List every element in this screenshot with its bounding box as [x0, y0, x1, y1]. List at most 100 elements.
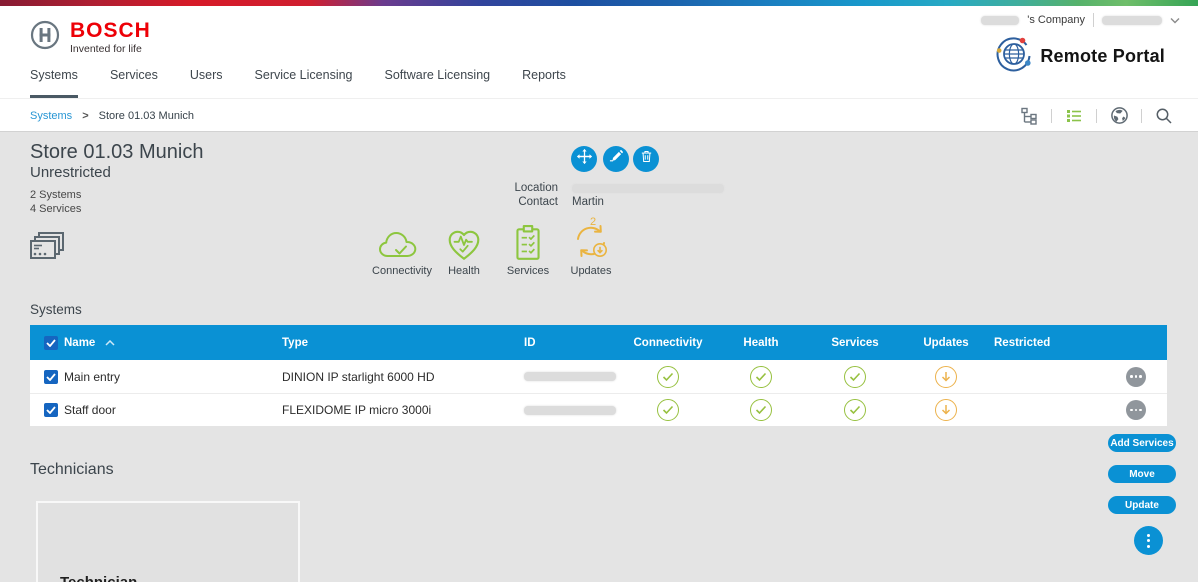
contact-label: Contact [498, 196, 558, 208]
contact-value: Martin [572, 196, 604, 208]
services-status: Services [495, 220, 561, 277]
view-toolbar [1019, 99, 1174, 132]
systems-table: Name Type ID Connectivity Health Service… [30, 325, 1167, 426]
systems-count: 2 Systems [30, 189, 81, 201]
connectivity-label: Connectivity [372, 265, 432, 277]
edit-pencil-icon [609, 149, 624, 169]
bosch-tagline: Invented for life [70, 43, 151, 55]
main-nav: Systems Services Users Service Licensing… [30, 68, 566, 98]
health-status: Health [431, 220, 497, 277]
update-button[interactable]: Update [1108, 496, 1176, 514]
row-more-actions-button[interactable] [1126, 367, 1146, 387]
connectivity-status: Connectivity [369, 220, 435, 277]
divider [1051, 109, 1052, 123]
remote-portal-logo: Remote Portal [996, 36, 1165, 77]
redacted-location-value [572, 184, 724, 193]
breadcrumb-systems-link[interactable]: Systems [30, 110, 72, 122]
edit-system-button[interactable] [603, 146, 629, 172]
updates-refresh-icon: 2 [569, 220, 613, 262]
redacted-company-name [981, 16, 1019, 25]
move-button[interactable]: Move [1108, 465, 1176, 483]
updates-status: 2 Updates [558, 220, 624, 277]
divider [1141, 109, 1142, 123]
col-updates[interactable]: Updates [902, 337, 990, 349]
services-ok-icon [844, 399, 866, 421]
breadcrumb: Systems > Store 01.03 Munich [30, 99, 194, 132]
location-label: Location [498, 182, 558, 194]
col-services[interactable]: Services [808, 337, 902, 349]
col-connectivity[interactable]: Connectivity [622, 337, 714, 349]
add-services-button[interactable]: Add Services [1108, 434, 1176, 452]
move-icon [576, 148, 593, 170]
page-title: Store 01.03 Munich [30, 141, 203, 164]
tab-systems[interactable]: Systems [30, 68, 78, 98]
row-checkbox[interactable] [44, 403, 58, 417]
breadcrumb-bar: Systems > Store 01.03 Munich [0, 98, 1198, 132]
portal-name: Remote Portal [1040, 46, 1165, 67]
services-checklist-icon [514, 220, 542, 262]
delete-system-button[interactable] [633, 146, 659, 172]
technician-card[interactable]: Technician [36, 501, 300, 582]
update-available-icon [935, 366, 957, 388]
account-bar: 's Company [981, 11, 1180, 29]
connectivity-ok-icon [657, 399, 679, 421]
list-view-icon[interactable] [1064, 106, 1084, 126]
more-actions-fab[interactable] [1134, 526, 1163, 555]
app-header: BOSCH Invented for life 's Company [0, 6, 1198, 98]
trash-icon [639, 149, 654, 169]
select-all-checkbox[interactable] [44, 336, 58, 350]
system-type: FLEXIDOME IP micro 3000i [276, 403, 510, 417]
tab-services[interactable]: Services [110, 68, 158, 98]
bosch-symbol-icon [30, 20, 60, 55]
col-type[interactable]: Type [276, 337, 510, 349]
remote-portal-globe-icon [996, 36, 1032, 77]
sort-ascending-icon[interactable] [105, 337, 115, 349]
col-health[interactable]: Health [714, 337, 808, 349]
updates-badge: 2 [590, 216, 596, 228]
divider [1093, 13, 1094, 27]
system-name[interactable]: Main entry [58, 370, 276, 384]
redacted-user-name [1102, 16, 1162, 25]
services-ok-icon [844, 366, 866, 388]
row-checkbox[interactable] [44, 370, 58, 384]
col-restricted[interactable]: Restricted [990, 337, 1105, 349]
technicians-heading: Technicians [30, 461, 114, 479]
main-content: Store 01.03 Munich Unrestricted 2 System… [0, 132, 1198, 582]
health-ok-icon [750, 366, 772, 388]
health-heart-icon [446, 220, 482, 262]
search-icon[interactable] [1154, 106, 1174, 126]
remote-portal-page: BOSCH Invented for life 's Company [0, 0, 1198, 582]
technician-name-cutoff: Technician [60, 574, 137, 582]
col-id[interactable]: ID [510, 337, 622, 349]
redacted-system-id [524, 406, 616, 415]
move-system-button[interactable] [571, 146, 597, 172]
map-view-icon[interactable] [1109, 106, 1129, 126]
system-type: DINION IP starlight 6000 HD [276, 370, 510, 384]
bosch-logo: BOSCH Invented for life [30, 20, 151, 55]
connectivity-cloud-icon [377, 220, 427, 262]
breadcrumb-separator: > [82, 110, 88, 122]
breadcrumb-current: Store 01.03 Munich [99, 110, 194, 122]
update-available-icon [935, 399, 957, 421]
user-menu-chevron-icon[interactable] [1170, 11, 1180, 29]
tree-view-icon[interactable] [1019, 106, 1039, 126]
tab-reports[interactable]: Reports [522, 68, 566, 98]
tab-users[interactable]: Users [190, 68, 223, 98]
redacted-system-id [524, 372, 616, 381]
divider [1096, 109, 1097, 123]
systems-table-header: Name Type ID Connectivity Health Service… [30, 325, 1167, 360]
col-name[interactable]: Name [64, 337, 95, 349]
bosch-wordmark: BOSCH [70, 20, 151, 42]
company-suffix: 's Company [1027, 14, 1085, 26]
table-row-main-entry: Main entry DINION IP starlight 6000 HD [30, 360, 1167, 393]
tab-service-licensing[interactable]: Service Licensing [255, 68, 353, 98]
system-name[interactable]: Staff door [58, 403, 276, 417]
system-group-icon [27, 230, 67, 271]
health-label: Health [448, 265, 480, 277]
services-count: 4 Services [30, 203, 81, 215]
tab-software-licensing[interactable]: Software Licensing [385, 68, 491, 98]
updates-label: Updates [571, 265, 612, 277]
row-more-actions-button[interactable] [1126, 400, 1146, 420]
systems-section-heading: Systems [30, 302, 82, 317]
services-label: Services [507, 265, 549, 277]
